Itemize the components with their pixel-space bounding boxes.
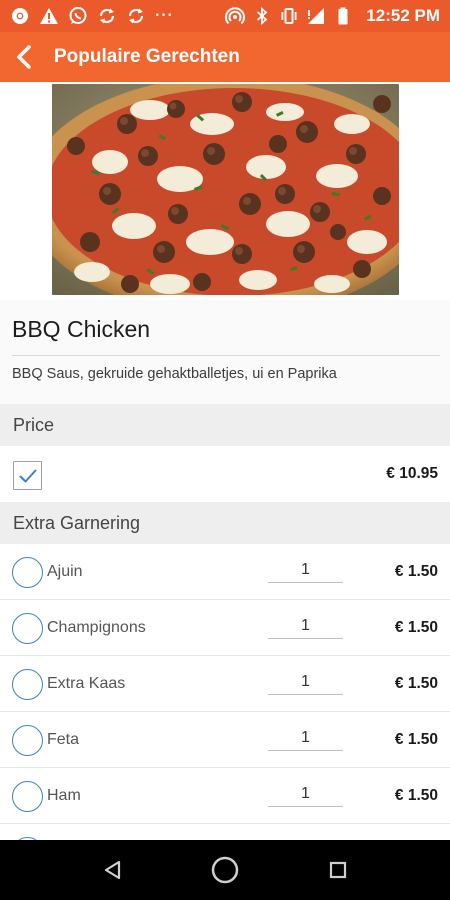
extra-label: Extra Kaas	[47, 675, 126, 692]
signal-icon	[306, 6, 326, 26]
chevron-left-icon	[17, 45, 31, 69]
extra-label: Feta	[47, 731, 80, 748]
app-bar: Populaire Gerechten	[0, 32, 450, 82]
dish-name: BBQ Chicken	[12, 316, 151, 342]
extra-radio[interactable]	[12, 613, 43, 644]
extra-radio[interactable]	[12, 669, 43, 700]
extra-label: Ajuin	[47, 563, 83, 580]
section-header-price: Price	[0, 404, 450, 446]
bluetooth-icon	[252, 6, 272, 26]
sync-icon	[97, 6, 117, 26]
extra-price: € 1.50	[394, 787, 438, 804]
sync-icon	[126, 6, 146, 26]
back-button[interactable]	[2, 32, 46, 82]
price-value: € 10.95	[386, 465, 438, 482]
extra-radio[interactable]	[12, 725, 43, 756]
extra-label: Champignons	[47, 619, 146, 636]
divider	[12, 355, 440, 356]
whatsapp-icon	[68, 6, 88, 26]
quantity-input[interactable]	[268, 670, 343, 695]
recents-square-icon	[329, 861, 347, 879]
status-bar: ··· 12:52 PM	[0, 0, 450, 32]
extra-price: € 1.50	[394, 563, 438, 580]
extra-item-extra-kaas[interactable]: Extra Kaas € 1.50	[0, 656, 450, 712]
dish-photo	[52, 84, 399, 295]
battery-icon	[333, 6, 353, 26]
section-header-extras: Extra Garnering	[0, 502, 450, 544]
dish-description: BBQ Saus, gekruide gehaktballetjes, ui e…	[12, 366, 337, 382]
extra-item-feta[interactable]: Feta € 1.50	[0, 712, 450, 768]
extra-item-partial[interactable]	[0, 824, 450, 840]
dish-info: BBQ Chicken BBQ Saus, gekruide gehaktbal…	[0, 300, 450, 404]
extra-item-champignons[interactable]: Champignons € 1.50	[0, 600, 450, 656]
extra-radio[interactable]	[12, 781, 43, 812]
extra-price: € 1.50	[394, 675, 438, 692]
check-icon	[19, 469, 36, 482]
extra-item-ajuin[interactable]: Ajuin € 1.50	[0, 544, 450, 600]
extra-price: € 1.50	[394, 731, 438, 748]
extra-label: Ham	[47, 787, 81, 804]
vibrate-icon	[279, 6, 299, 26]
clock: 12:52 PM	[366, 6, 440, 25]
price-checkbox[interactable]	[13, 461, 42, 490]
system-nav-bar	[0, 840, 450, 900]
nav-back-button[interactable]	[98, 855, 128, 885]
home-circle-icon	[211, 856, 239, 884]
extra-item-ham[interactable]: Ham € 1.50	[0, 768, 450, 824]
page-title: Populaire Gerechten	[54, 46, 240, 67]
quantity-input[interactable]	[268, 614, 343, 639]
nav-recents-button[interactable]	[323, 855, 353, 885]
price-row[interactable]: € 10.95	[0, 448, 450, 502]
nav-home-button[interactable]	[210, 855, 240, 885]
overflow-dots: ···	[155, 7, 174, 24]
extra-radio[interactable]	[12, 557, 43, 588]
hotspot-icon	[225, 6, 246, 26]
chrome-icon	[10, 6, 30, 26]
pizza-image	[52, 84, 399, 295]
quantity-input[interactable]	[268, 782, 343, 807]
warning-icon	[39, 6, 59, 26]
extra-price: € 1.50	[394, 619, 438, 636]
back-triangle-icon	[104, 860, 121, 880]
quantity-input[interactable]	[268, 726, 343, 751]
quantity-input[interactable]	[268, 558, 343, 583]
dish-detail: BBQ Chicken BBQ Saus, gekruide gehaktbal…	[0, 82, 450, 840]
